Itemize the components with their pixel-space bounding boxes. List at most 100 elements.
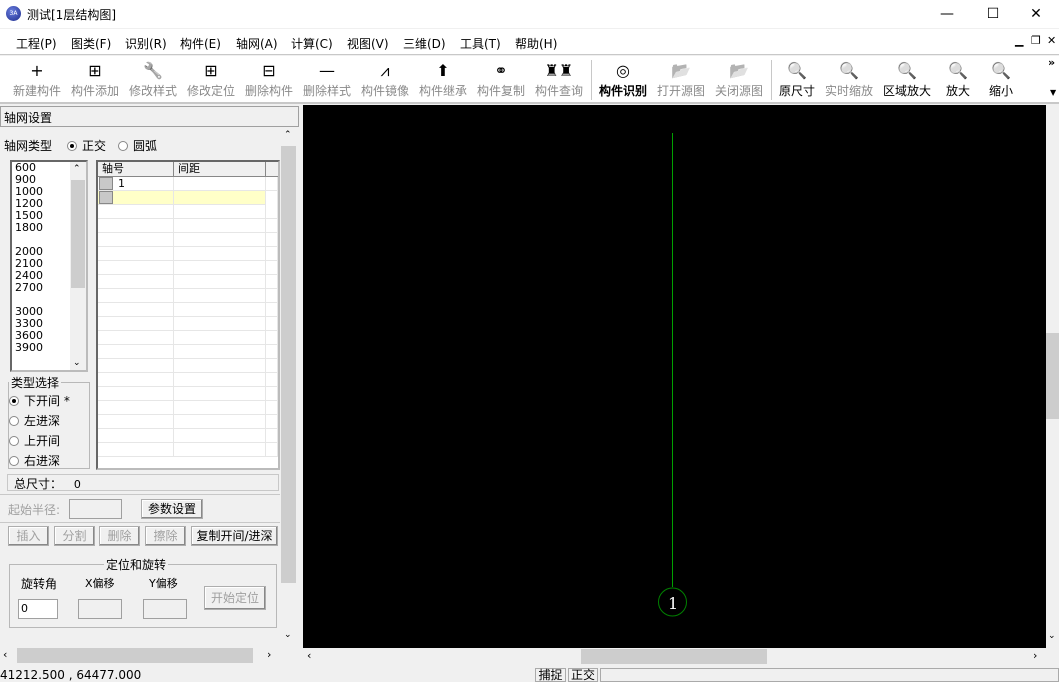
table-row[interactable] [98,345,278,359]
table-cell[interactable] [174,429,266,443]
table-cell[interactable]: 1 [114,177,174,191]
start-positioning-button[interactable]: 开始定位 [204,586,266,610]
panel-vertical-scrollbar[interactable]: ⌃ ⌄ [280,128,297,648]
table-row[interactable] [98,317,278,331]
table-cell[interactable] [174,359,266,373]
scroll-up-icon[interactable]: ⌃ [73,164,81,174]
toolbar-button-7[interactable]: ⬆ 构件继承 [414,60,472,99]
drawing-canvas[interactable]: 1 [303,105,1046,648]
table-cell[interactable] [174,345,266,359]
toolbar-button-8[interactable]: ⚭ 构件复制 [472,60,530,99]
table-row[interactable] [98,205,278,219]
menu-item[interactable]: 帮助(H) [515,35,557,52]
table-cell[interactable] [266,205,278,219]
size-list-scrollbar[interactable]: ⌃ ⌄ [70,162,86,370]
table-row[interactable] [98,387,278,401]
mdi-close-button[interactable]: ✕ [1047,34,1056,47]
toolbar-button-1[interactable]: ⊞ 构件添加 [66,60,124,99]
table-cell[interactable] [114,191,174,205]
toolbar-button-11[interactable]: 📂 打开源图 [652,60,710,99]
toolbar-button-9[interactable]: ♜♜ 构件查询 [530,60,588,99]
table-cell[interactable] [266,247,278,261]
table-cell[interactable] [266,331,278,345]
table-cell[interactable] [114,415,174,429]
operation-button[interactable]: 复制开间/进深 [191,526,278,546]
toolbar-button-13[interactable]: 🔍 原尺寸 [768,60,826,99]
table-cell[interactable] [114,233,174,247]
table-cell[interactable] [266,275,278,289]
table-cell[interactable] [174,177,266,191]
panel-horizontal-scrollbar[interactable]: ‹ › [0,647,280,664]
table-cell[interactable] [174,443,266,457]
table-cell[interactable] [174,191,266,205]
row-selector[interactable] [99,177,113,190]
table-cell[interactable] [266,345,278,359]
table-cell[interactable] [174,331,266,345]
table-cell[interactable] [174,415,266,429]
table-cell[interactable] [266,317,278,331]
table-cell[interactable] [114,443,174,457]
mdi-restore-button[interactable]: ❐ [1031,34,1041,47]
scroll-down-icon[interactable]: ⌄ [284,630,292,640]
toolbar-button-4[interactable]: ⊟ 删除构件 [240,60,298,99]
type-option-radio[interactable]: 右进深 [9,451,89,471]
y-offset-input[interactable] [143,599,187,619]
toolbar-overflow-button[interactable]: » [1048,56,1055,69]
table-row[interactable] [98,429,278,443]
toolbar-button-3[interactable]: ⊞ 修改定位 [182,60,240,99]
table-cell[interactable] [114,219,174,233]
toolbar-button-2[interactable]: 🔧 修改样式 [124,60,182,99]
operation-button[interactable]: 擦除 [145,526,186,546]
scrollbar-thumb[interactable] [581,649,767,664]
scroll-down-icon[interactable]: ⌄ [73,358,81,368]
scrollbar-thumb[interactable] [71,180,85,288]
table-cell[interactable] [174,205,266,219]
axis-table[interactable]: 轴号 间距 1 [96,160,280,470]
table-cell[interactable] [266,289,278,303]
table-cell[interactable] [114,373,174,387]
table-cell[interactable] [114,303,174,317]
table-cell[interactable] [114,275,174,289]
menu-item[interactable]: 计算(C) [291,35,333,52]
rotation-input[interactable]: 0 [18,599,58,619]
table-cell[interactable] [266,387,278,401]
x-offset-input[interactable] [78,599,122,619]
table-row[interactable] [98,415,278,429]
start-radius-input[interactable] [69,499,122,519]
table-cell[interactable] [114,317,174,331]
table-cell[interactable] [174,219,266,233]
table-cell[interactable] [266,261,278,275]
scroll-down-icon[interactable]: ⌄ [1048,631,1056,641]
toolbar-dropdown-icon[interactable]: ▼ [1050,88,1056,97]
table-cell[interactable] [174,233,266,247]
table-cell[interactable] [174,303,266,317]
table-cell[interactable] [266,177,278,191]
row-selector[interactable] [99,191,113,204]
table-row[interactable] [98,303,278,317]
toolbar-button-6[interactable]: ⩘ 构件镜像 [356,60,414,99]
toolbar-button-16[interactable]: 🔍 放大 [936,60,980,99]
table-cell[interactable] [114,331,174,345]
menu-item[interactable]: 构件(E) [180,35,221,52]
menu-item[interactable]: 工程(P) [16,35,57,52]
toolbar-button-14[interactable]: 🔍 实时缩放 [820,60,878,99]
scroll-left-icon[interactable]: ‹ [307,649,311,662]
table-row[interactable]: 1 [98,177,278,191]
table-cell[interactable] [266,373,278,387]
scroll-up-icon[interactable]: ⌃ [284,130,292,140]
mdi-minimize-button[interactable]: ▁ [1015,34,1023,47]
table-row[interactable] [98,443,278,457]
table-cell[interactable] [266,359,278,373]
table-row[interactable] [98,331,278,345]
table-cell[interactable] [174,317,266,331]
table-row[interactable] [98,233,278,247]
toolbar-button-15[interactable]: 🔍 区域放大 [878,60,936,99]
menu-item[interactable]: 三维(D) [403,35,446,52]
canvas-horizontal-scrollbar[interactable]: ‹ › [303,648,1046,665]
table-cell[interactable] [266,443,278,457]
table-cell[interactable] [266,191,278,205]
grid-type-arc-radio[interactable]: 圆弧 [118,137,157,154]
table-cell[interactable] [174,373,266,387]
close-button[interactable]: ✕ [1013,0,1059,28]
table-row[interactable] [98,261,278,275]
